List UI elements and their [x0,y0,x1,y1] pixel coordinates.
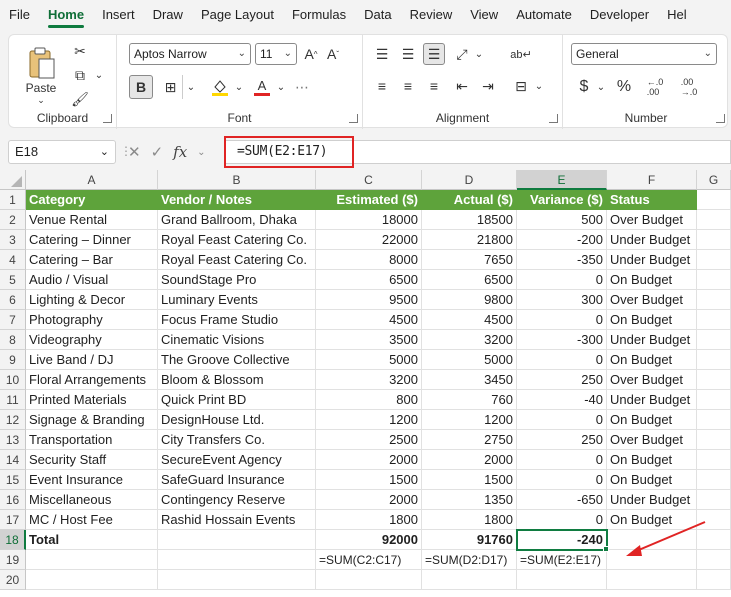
red-arrow-annotation [626,521,706,556]
